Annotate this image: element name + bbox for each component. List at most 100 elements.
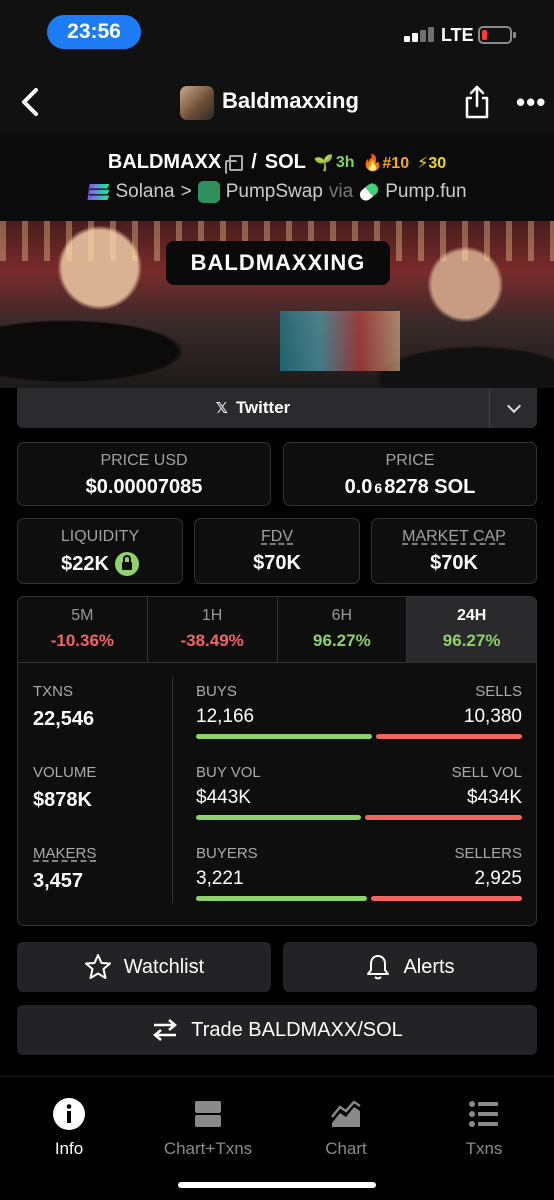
trade-label: Trade BALDMAXX/SOL	[191, 1018, 403, 1041]
txns-metric: TXNS 22,546	[33, 683, 94, 731]
split-view-icon	[195, 1101, 221, 1127]
more-options-icon[interactable]: •••	[516, 89, 546, 115]
copy-icon[interactable]	[225, 154, 244, 174]
alerts-button[interactable]: Alerts	[283, 942, 537, 992]
buys-label: BUYS	[196, 683, 237, 700]
star-icon	[84, 954, 111, 979]
battery-icon	[478, 26, 516, 44]
tab-6h-change: 96.27%	[313, 631, 371, 650]
launchpad-link[interactable]: Pump.fun	[385, 181, 466, 203]
price-sol-card: PRICE 0.0 6 8278 SOL	[283, 442, 537, 506]
sells-label: SELLS	[475, 683, 522, 700]
tab-1h-label: 1H	[201, 607, 223, 624]
banner-caption: BALDMAXXING	[166, 241, 390, 285]
price-sol-suffix: 8278 SOL	[384, 476, 476, 498]
buys-sells-split: BUYS SELLS 12,166 10,380	[196, 683, 522, 739]
buyvol-sellvol-split: BUY VOL SELL VOL $443K $434K	[196, 764, 522, 820]
fdv-label[interactable]: FDV	[195, 528, 359, 546]
buys-sells-bar	[196, 734, 522, 739]
pair-age-value: 3h	[335, 153, 355, 171]
pair-separator: /	[251, 151, 257, 173]
buys-value: 12,166	[196, 706, 255, 727]
liquidity-label: LIQUIDITY	[60, 528, 140, 545]
tab-1h[interactable]: 1H -38.49%	[148, 597, 278, 662]
volume-value: $878K	[33, 789, 92, 811]
pair-age: 🌱 3h	[314, 153, 355, 173]
boost-count[interactable]: ⚡30	[417, 153, 446, 173]
sell-vol-bar-fill	[364, 815, 522, 820]
twitter-label: Twitter	[235, 398, 291, 417]
price-sol-value: 0.0 6 8278 SOL	[284, 476, 536, 499]
market-cap-card: MARKET CAP $70K	[371, 518, 537, 584]
sell-vol-label: SELL VOL	[451, 764, 522, 781]
buyers-sellers-split: BUYERS SELLERS 3,221 2,925	[196, 845, 522, 901]
tab-24h[interactable]: 24H 96.27%	[407, 597, 536, 662]
market-cap-value: $70K	[430, 552, 478, 574]
watchlist-label: Watchlist	[123, 955, 205, 978]
price-usd-value: $0.00007085	[85, 476, 203, 498]
tab-chart[interactable]: Chart	[286, 1097, 406, 1159]
buy-vol-label: BUY VOL	[196, 764, 261, 781]
watchlist-button[interactable]: Watchlist	[17, 942, 271, 992]
socials-dropdown[interactable]	[489, 388, 537, 428]
swap-arrows-icon	[153, 1019, 178, 1041]
trade-button[interactable]: Trade BALDMAXX/SOL	[17, 1005, 537, 1055]
buy-vol-value: $443K	[196, 787, 251, 808]
buys-bar-fill	[196, 734, 373, 739]
sell-vol-value: $434K	[467, 787, 522, 808]
page-title: Baldmaxxing	[222, 88, 359, 113]
sellers-label: SELLERS	[454, 845, 522, 862]
buyers-label: BUYERS	[196, 845, 258, 862]
tab-24h-label: 24H	[456, 607, 487, 624]
share-icon[interactable]	[462, 84, 492, 120]
tab-5m[interactable]: 5M -10.36%	[18, 597, 148, 662]
buy-vol-bar-fill	[196, 815, 361, 820]
tab-txns-label: Txns	[465, 1139, 503, 1158]
lock-icon[interactable]	[114, 552, 139, 576]
bolt-icon: ⚡	[417, 154, 429, 172]
tab-txns[interactable]: Txns	[424, 1097, 544, 1159]
tab-chart-label: Chart	[325, 1139, 367, 1158]
solana-icon	[87, 184, 110, 200]
price-sol-zeros: 6	[374, 479, 383, 496]
tab-chart-txns[interactable]: Chart+Txns	[148, 1097, 268, 1159]
sellers-value: 2,925	[474, 868, 522, 889]
liquidity-card: LIQUIDITY $22K	[17, 518, 183, 584]
price-sol-label: PRICE	[385, 452, 435, 469]
fire-icon: 🔥	[362, 154, 383, 172]
home-indicator	[178, 1182, 376, 1188]
panel-divider	[172, 677, 173, 903]
signal-icon	[404, 27, 434, 42]
status-time: 23:56	[47, 15, 141, 49]
chain-link[interactable]: Solana	[115, 181, 174, 203]
back-chevron-icon[interactable]	[16, 86, 44, 118]
tab-1h-change: -38.49%	[180, 631, 244, 650]
buyers-bar-fill	[196, 896, 367, 901]
tab-info-label: Info	[54, 1139, 84, 1158]
tab-5m-change: -10.36%	[50, 631, 115, 650]
alerts-label: Alerts	[403, 955, 455, 978]
dex-link[interactable]: PumpSwap	[226, 181, 323, 203]
boost-count-value: 30	[428, 154, 447, 172]
liquidity-value: $22K	[61, 552, 109, 575]
sellers-bar-fill	[370, 896, 522, 901]
sells-bar-fill	[376, 734, 522, 739]
trending-rank[interactable]: 🔥#10	[362, 153, 409, 173]
price-usd-label: PRICE USD	[100, 452, 188, 469]
makers-label[interactable]: MAKERS	[33, 845, 96, 862]
price-sol-prefix: 0.0	[344, 476, 373, 498]
via-label: via	[328, 181, 354, 202]
twitter-button[interactable]: 𝕏 Twitter	[17, 388, 489, 428]
nav-bar: Baldmaxxing •••	[0, 70, 554, 135]
makers-metric: MAKERS 3,457	[33, 845, 96, 893]
tab-chart-txns-label: Chart+Txns	[163, 1139, 253, 1158]
status-bar: 23:56 LTE	[0, 0, 554, 70]
volume-bar	[196, 815, 522, 820]
volume-metric: VOLUME $878K	[33, 764, 96, 812]
network-label: LTE	[441, 25, 474, 45]
chart-icon	[331, 1100, 361, 1127]
tab-info[interactable]: Info	[9, 1097, 129, 1159]
market-cap-label[interactable]: MARKET CAP	[372, 528, 536, 546]
pumpswap-icon	[197, 181, 220, 203]
tab-6h[interactable]: 6H 96.27%	[278, 597, 408, 662]
